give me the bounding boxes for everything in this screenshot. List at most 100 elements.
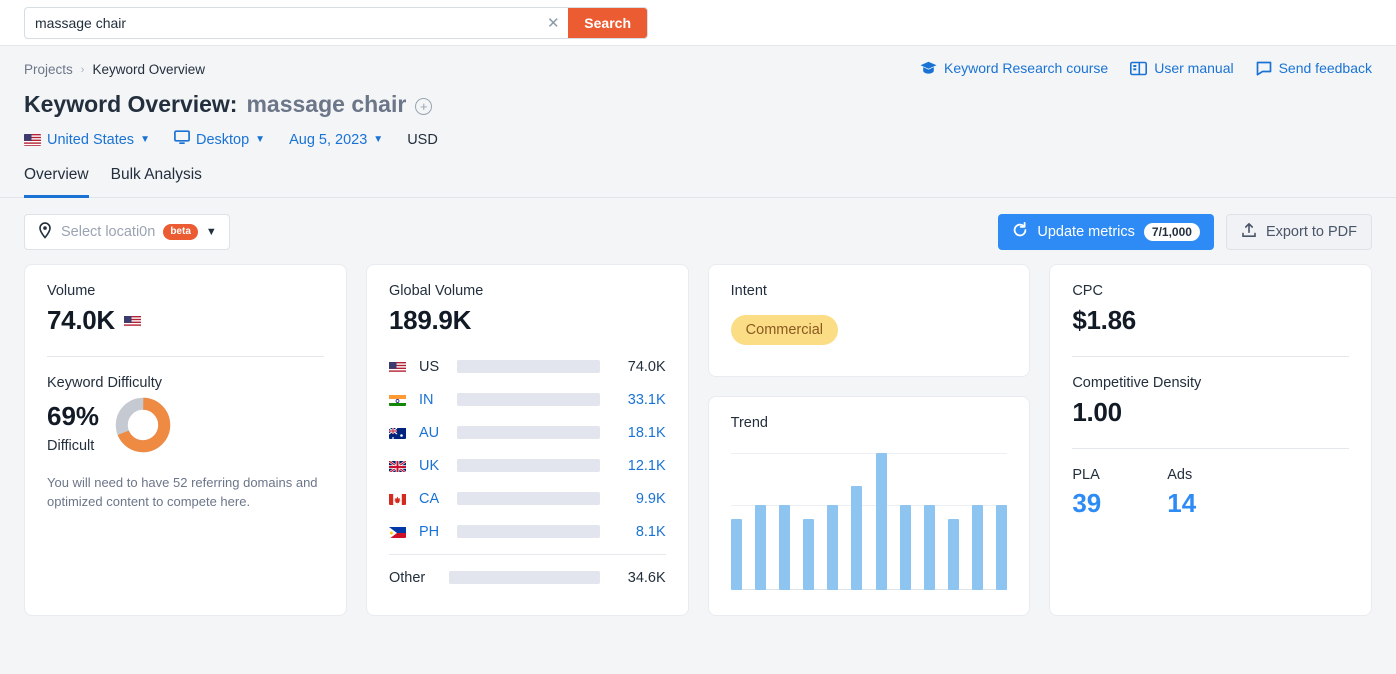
trend-bar[interactable] <box>948 519 959 590</box>
page-title-keyword: massage chair <box>246 91 406 118</box>
chevron-down-icon: ▼ <box>373 134 383 145</box>
location-select[interactable]: Select locati0n beta ▼ <box>24 214 230 250</box>
search-bar: ✕ Search <box>0 0 1396 46</box>
trend-bar[interactable] <box>803 519 814 590</box>
toolbar: Select locati0n beta ▼ Update metrics 7/… <box>0 198 1396 250</box>
volume-value: 74.0K <box>47 305 115 336</box>
global-volume-other-label: Other <box>389 570 441 586</box>
toolbar-actions: Update metrics 7/1,000 Export to PDF <box>998 214 1372 250</box>
divider <box>47 356 324 357</box>
trend-bar[interactable] <box>851 486 862 590</box>
global-volume-label: Global Volume <box>389 283 666 299</box>
global-volume-other-value: 34.6K <box>608 570 666 586</box>
volume-value-row: 74.0K <box>47 305 324 336</box>
trend-bar[interactable] <box>779 505 790 590</box>
search-input[interactable] <box>25 8 538 38</box>
desktop-icon <box>174 130 190 149</box>
trend-bar[interactable] <box>755 505 766 590</box>
in-flag-icon <box>389 394 406 406</box>
competitive-density-value: 1.00 <box>1072 397 1349 428</box>
volume-value[interactable]: 9.9K <box>608 491 666 507</box>
volume-value[interactable]: 12.1K <box>608 458 666 474</box>
country-filter-label: United States <box>47 132 134 148</box>
keyword-difficulty-label: Keyword Difficulty <box>47 375 324 391</box>
cpc-card: CPC $1.86 Competitive Density 1.00 PLA 3… <box>1049 264 1372 616</box>
add-to-list-icon[interactable]: + <box>415 98 432 115</box>
table-row: AU 18.1K <box>389 416 666 449</box>
trend-bar[interactable] <box>876 453 887 590</box>
divider <box>1072 448 1349 449</box>
volume-bar-track <box>457 525 600 538</box>
date-filter-label: Aug 5, 2023 <box>289 132 367 148</box>
book-icon <box>1130 61 1147 76</box>
trend-label: Trend <box>731 415 1008 431</box>
competitive-density-label: Competitive Density <box>1072 375 1349 391</box>
trend-bars <box>731 453 1008 590</box>
global-volume-card: Global Volume 189.9K US74.0K IN 33.1K AU 18.… <box>366 264 689 616</box>
intent-label: Intent <box>731 283 1008 299</box>
table-row: IN 33.1K <box>389 383 666 416</box>
volume-bar-track <box>457 459 600 472</box>
clear-search-icon[interactable]: ✕ <box>538 8 568 38</box>
table-row: UK 12.1K <box>389 449 666 482</box>
country-code[interactable]: CA <box>419 491 449 507</box>
update-metrics-button[interactable]: Update metrics 7/1,000 <box>998 214 1214 250</box>
volume-value[interactable]: 18.1K <box>608 425 666 441</box>
user-manual-link[interactable]: User manual <box>1130 60 1233 76</box>
send-feedback-label: Send feedback <box>1279 60 1372 76</box>
us-flag-icon <box>389 361 406 373</box>
export-to-pdf-label: Export to PDF <box>1266 224 1357 240</box>
trend-card: Trend <box>708 396 1031 616</box>
date-filter[interactable]: Aug 5, 2023 ▼ <box>289 132 383 148</box>
trend-bar[interactable] <box>924 505 935 590</box>
ads-value[interactable]: 14 <box>1167 488 1196 519</box>
update-metrics-label: Update metrics <box>1037 224 1135 240</box>
send-feedback-link[interactable]: Send feedback <box>1256 60 1372 76</box>
trend-bar[interactable] <box>900 505 911 590</box>
country-code[interactable]: IN <box>419 392 449 408</box>
country-code: US <box>419 359 449 375</box>
breadcrumb-projects[interactable]: Projects <box>24 62 73 77</box>
country-code[interactable]: PH <box>419 524 449 540</box>
global-volume-value: 189.9K <box>389 305 666 336</box>
device-filter-label: Desktop <box>196 132 249 148</box>
keyword-research-course-link[interactable]: Keyword Research course <box>920 60 1108 76</box>
country-code[interactable]: AU <box>419 425 449 441</box>
page-header: Projects › Keyword Overview Keyword Rese… <box>0 46 1396 149</box>
beta-badge: beta <box>163 224 198 240</box>
global-volume-list: US74.0K IN 33.1K AU 18.1K UK 12.1K CA 9.9K PH 8.1K <box>389 350 666 548</box>
volume-value[interactable]: 8.1K <box>608 524 666 540</box>
country-filter[interactable]: United States ▼ <box>24 132 150 148</box>
search-button[interactable]: Search <box>568 8 647 38</box>
cpc-label: CPC <box>1072 283 1349 299</box>
pla-label: PLA <box>1072 467 1101 483</box>
keyword-difficulty-note: You will need to have 52 referring domai… <box>47 474 324 512</box>
country-code[interactable]: UK <box>419 458 449 474</box>
uk-flag-icon <box>389 460 406 472</box>
tab-overview[interactable]: Overview <box>24 166 89 198</box>
keyword-difficulty-word: Difficult <box>47 438 99 454</box>
trend-bar[interactable] <box>972 505 983 590</box>
currency-label: USD <box>407 132 438 148</box>
device-filter[interactable]: Desktop ▼ <box>174 130 265 149</box>
trend-bar[interactable] <box>827 505 838 590</box>
user-manual-label: User manual <box>1154 60 1233 76</box>
refresh-icon <box>1012 222 1028 242</box>
keyword-research-course-label: Keyword Research course <box>944 60 1108 76</box>
divider <box>389 554 666 555</box>
filters-row: United States ▼ Desktop ▼ Aug 5, 2023 ▼ … <box>24 130 1372 149</box>
feedback-icon <box>1256 61 1272 76</box>
tab-bulk-analysis[interactable]: Bulk Analysis <box>111 166 202 198</box>
trend-bar[interactable] <box>731 519 742 590</box>
intent-badge[interactable]: Commercial <box>731 315 838 345</box>
pla-block: PLA 39 <box>1072 467 1101 519</box>
export-to-pdf-button[interactable]: Export to PDF <box>1226 214 1372 250</box>
volume-value[interactable]: 33.1K <box>608 392 666 408</box>
table-row: US74.0K <box>389 350 666 383</box>
trend-bar[interactable] <box>996 505 1007 590</box>
divider <box>1072 356 1349 357</box>
ph-flag-icon <box>389 526 406 538</box>
ads-block: Ads 14 <box>1167 467 1196 519</box>
pla-value[interactable]: 39 <box>1072 488 1101 519</box>
us-flag-icon <box>124 315 141 327</box>
